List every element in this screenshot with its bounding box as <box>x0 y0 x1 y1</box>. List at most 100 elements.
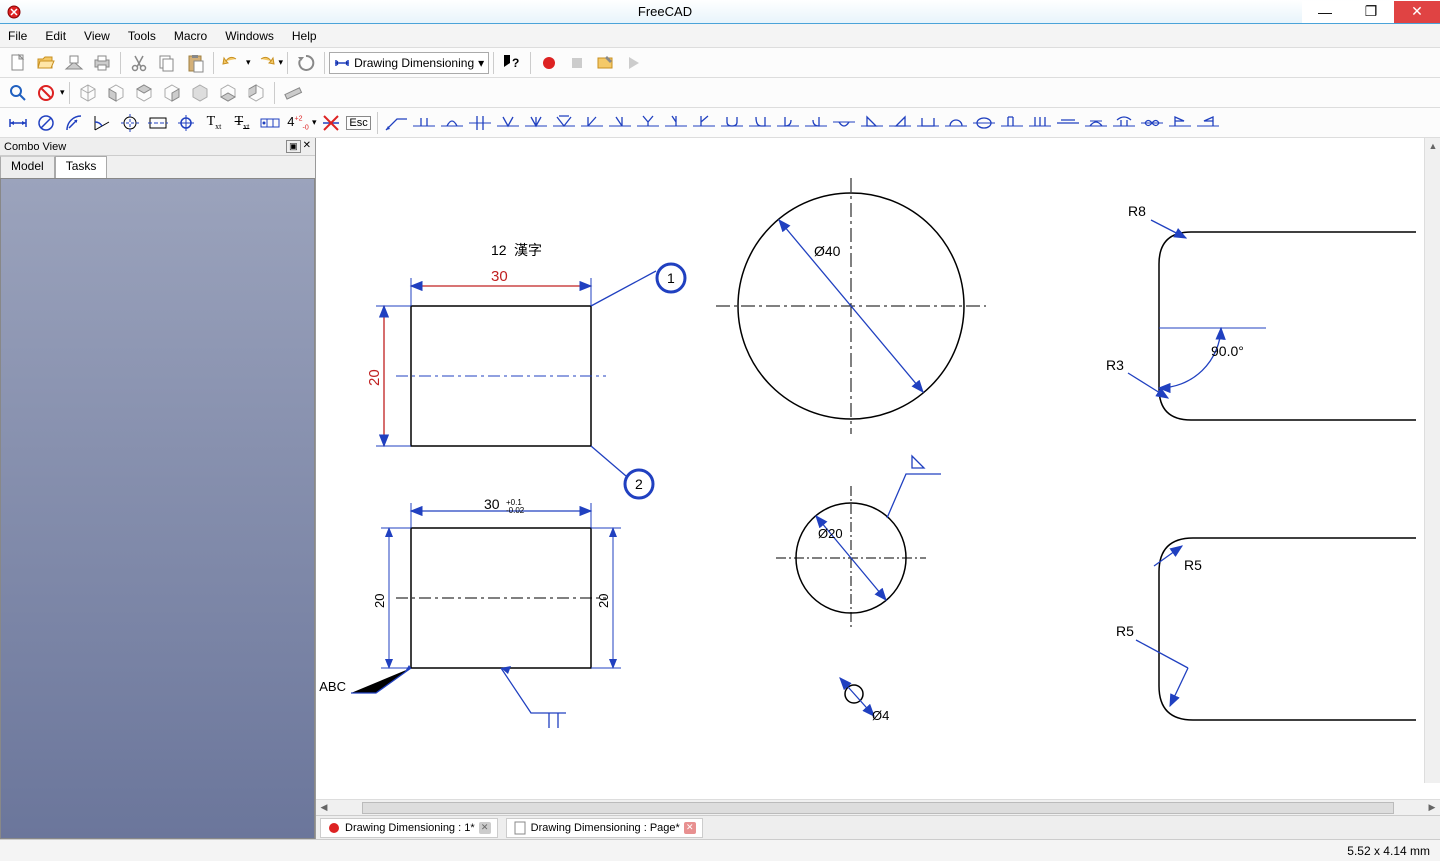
weld-fillet-icon[interactable] <box>858 111 886 135</box>
svg-text:?: ? <box>512 56 519 70</box>
weld-scarf-icon[interactable] <box>438 111 466 135</box>
left-icon[interactable] <box>243 80 269 106</box>
iso-icon[interactable] <box>75 80 101 106</box>
doc-tab-1[interactable]: Drawing Dimensioning : 1* ✕ <box>320 818 498 838</box>
menu-macro[interactable]: Macro <box>174 29 207 43</box>
weld-triple-icon[interactable] <box>1026 111 1054 135</box>
menu-windows[interactable]: Windows <box>225 29 274 43</box>
close-button[interactable]: ✕ <box>1394 1 1440 23</box>
weld-seam-icon[interactable] <box>970 111 998 135</box>
weld-arrow-icon[interactable] <box>382 111 410 135</box>
weld-vbar-icon[interactable] <box>998 111 1026 135</box>
text-icon[interactable]: Txt <box>201 110 227 136</box>
cut-icon[interactable] <box>126 50 152 76</box>
angle-dim-icon[interactable] <box>89 110 115 136</box>
refresh-icon[interactable] <box>293 50 319 76</box>
weld-square-icon[interactable] <box>410 111 438 135</box>
weld-convex-icon[interactable] <box>1082 111 1110 135</box>
drawing-canvas[interactable]: 30 20 12 漢字 1 2 <box>316 138 1440 799</box>
tab-model[interactable]: Model <box>0 156 55 178</box>
status-bar: 5.52 x 4.14 mm <box>0 839 1440 861</box>
forbid-icon[interactable] <box>33 80 59 106</box>
weld-halfy-icon[interactable] <box>690 111 718 135</box>
redo-icon[interactable] <box>252 50 278 76</box>
zoom-fit-icon[interactable] <box>5 80 31 106</box>
weld-spot-icon[interactable] <box>942 111 970 135</box>
tolerance-dropdown[interactable]: ▾ <box>312 117 317 128</box>
copy-icon[interactable] <box>154 50 180 76</box>
weld-infinity-icon[interactable] <box>1138 111 1166 135</box>
weld-bevel-icon[interactable] <box>578 111 606 135</box>
undo-icon[interactable] <box>219 50 245 76</box>
menu-tools[interactable]: Tools <box>128 29 156 43</box>
center-mark-icon[interactable] <box>117 110 143 136</box>
weld-plug-icon[interactable] <box>914 111 942 135</box>
measure-icon[interactable] <box>280 80 306 106</box>
vertical-scrollbar[interactable]: ▲ <box>1424 138 1440 783</box>
weld-v-line-icon[interactable] <box>522 111 550 135</box>
text-edit-icon[interactable]: Txt <box>229 110 255 136</box>
undo-dropdown[interactable]: ▾ <box>246 57 251 68</box>
centerline-icon[interactable] <box>145 110 171 136</box>
print-icon[interactable] <box>89 50 115 76</box>
svg-text:ABC: ABC <box>319 679 346 694</box>
menu-view[interactable]: View <box>84 29 110 43</box>
bottom-icon[interactable] <box>215 80 241 106</box>
paste-icon[interactable] <box>182 50 208 76</box>
rear-icon[interactable] <box>187 80 213 106</box>
weld-flag2-icon[interactable] <box>1194 111 1222 135</box>
horizontal-scrollbar[interactable]: ◀ ▶ <box>316 799 1440 815</box>
weld-u-icon[interactable] <box>718 111 746 135</box>
weld-v-broad-icon[interactable] <box>550 111 578 135</box>
weld-fillet2-icon[interactable] <box>886 111 914 135</box>
weld-j-icon[interactable] <box>774 111 802 135</box>
rect-bottom-left: 30 +0.1 -0.02 20 20 ABC <box>319 496 621 728</box>
weld-flat-icon[interactable] <box>1054 111 1082 135</box>
weld-flag-icon[interactable] <box>1166 111 1194 135</box>
weld-j2-icon[interactable] <box>802 111 830 135</box>
weld-y2-icon[interactable] <box>662 111 690 135</box>
weld-v-icon[interactable] <box>494 111 522 135</box>
play-icon[interactable] <box>620 50 646 76</box>
workbench-selector[interactable]: Drawing Dimensioning ▾ <box>329 52 489 74</box>
tolerance-add-icon[interactable]: 4+2-0 <box>285 110 311 136</box>
linear-dim-icon[interactable] <box>5 110 31 136</box>
menu-edit[interactable]: Edit <box>45 29 66 43</box>
doc-tab-2[interactable]: Drawing Dimensioning : Page* ✕ <box>506 818 703 838</box>
redo-dropdown[interactable]: ▾ <box>279 57 284 68</box>
svg-text:-0.02: -0.02 <box>506 506 525 515</box>
weld-back-icon[interactable] <box>830 111 858 135</box>
forbid-dropdown[interactable]: ▾ <box>60 87 65 98</box>
new-icon[interactable] <box>5 50 31 76</box>
close-tab-icon[interactable]: ✕ <box>684 822 696 834</box>
escape-icon[interactable]: Esc <box>346 110 372 136</box>
weld-parallel-icon[interactable] <box>466 111 494 135</box>
weld-bevel2-icon[interactable] <box>606 111 634 135</box>
menu-help[interactable]: Help <box>292 29 317 43</box>
minimize-button[interactable]: — <box>1302 1 1348 23</box>
close-tab-icon[interactable]: ✕ <box>479 822 491 834</box>
panel-close-icon[interactable]: ✕ <box>303 140 311 153</box>
front-icon[interactable] <box>103 80 129 106</box>
weld-mush-icon[interactable] <box>1110 111 1138 135</box>
center-circle-icon[interactable] <box>173 110 199 136</box>
macro-edit-icon[interactable] <box>592 50 618 76</box>
weld-u2-icon[interactable] <box>746 111 774 135</box>
radius-dim-icon[interactable] <box>61 110 87 136</box>
open-icon[interactable] <box>33 50 59 76</box>
delete-dim-icon[interactable] <box>318 110 344 136</box>
tolerance-frame-icon[interactable] <box>257 110 283 136</box>
stop-icon[interactable] <box>564 50 590 76</box>
maximize-button[interactable]: ❐ <box>1348 1 1394 23</box>
weld-y-icon[interactable] <box>634 111 662 135</box>
menu-file[interactable]: File <box>8 29 27 43</box>
circle-dim-icon[interactable] <box>33 110 59 136</box>
whats-this-icon[interactable]: ? <box>499 50 525 76</box>
panel-float-icon[interactable]: ▣ <box>286 140 301 153</box>
save-icon[interactable] <box>61 50 87 76</box>
tab-tasks[interactable]: Tasks <box>55 156 108 178</box>
dimension-icon <box>334 55 350 71</box>
top-icon[interactable] <box>131 80 157 106</box>
right-icon[interactable] <box>159 80 185 106</box>
record-icon[interactable] <box>536 50 562 76</box>
